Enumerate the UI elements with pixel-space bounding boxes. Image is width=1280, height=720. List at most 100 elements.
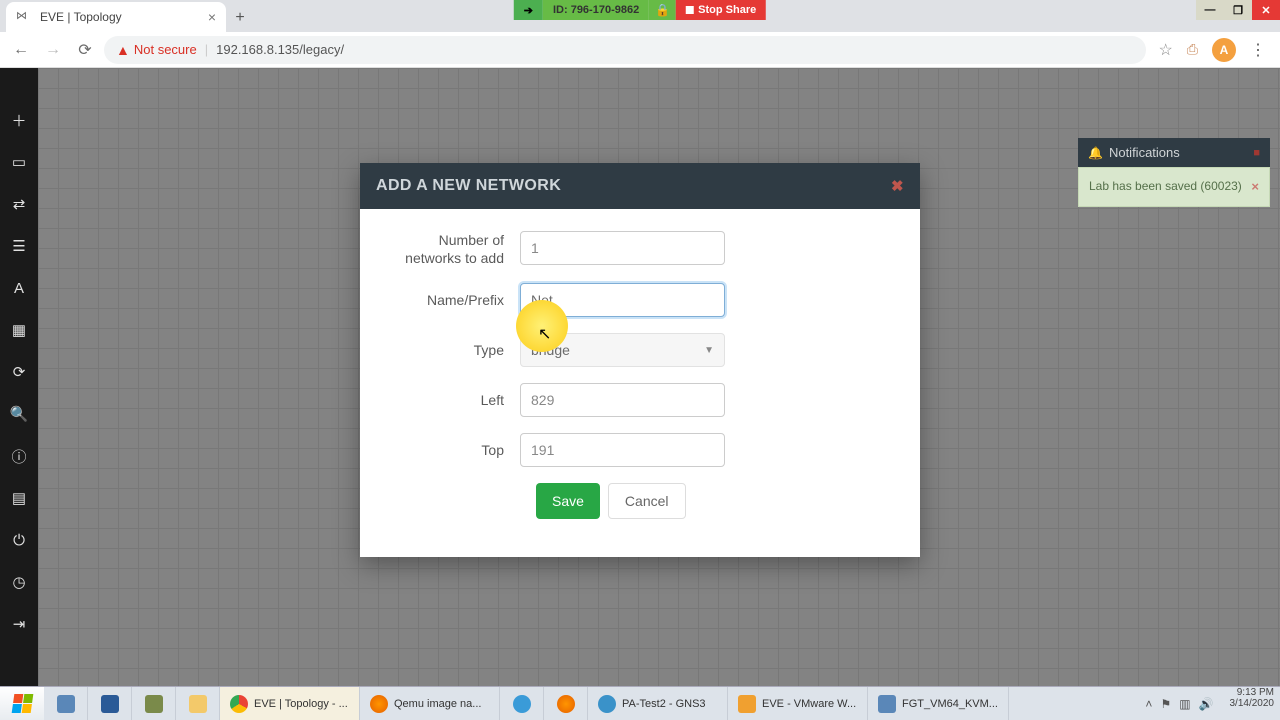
modal-close-button[interactable]: ✖	[891, 177, 904, 195]
taskbar-firefox-icon[interactable]	[544, 687, 588, 720]
browser-right-icons: ☆ ⎙ A ⋮	[1152, 38, 1272, 62]
taskbar-gns3[interactable]: PA-Test2 - GNS3	[588, 687, 728, 720]
app-area: ＋ ▭ ⇄ ☰ A ▦ ⟳ 🔍 ⓘ ▤ ⏻ ◷ ⇥ ADD A NEW NETW…	[0, 68, 1280, 686]
new-tab-button[interactable]: +	[226, 4, 254, 32]
label-top: Top	[390, 441, 520, 459]
notifications-close-button[interactable]: ■	[1253, 147, 1260, 159]
info-icon[interactable]: ⓘ	[7, 444, 31, 468]
window-controls: — ❐ ✕	[1196, 0, 1280, 20]
start-button[interactable]	[0, 687, 44, 720]
exit-icon[interactable]: ⇥	[7, 612, 31, 636]
stop-share-button[interactable]: Stop Share	[676, 0, 766, 20]
document-icon[interactable]: ▤	[7, 486, 31, 510]
select-type[interactable]: bridge ▼	[520, 333, 725, 367]
extension-icon[interactable]: ⎙	[1187, 41, 1198, 58]
node-icon[interactable]: ▭	[7, 150, 31, 174]
profile-avatar[interactable]: A	[1212, 38, 1236, 62]
notification-text: Lab has been saved (60023)	[1089, 178, 1242, 195]
input-name-prefix[interactable]	[520, 283, 725, 317]
taskbar-label: FGT_VM64_KVM...	[902, 698, 998, 710]
modal-title: ADD A NEW NETWORK	[376, 177, 561, 195]
taskbar-label: Qemu image na...	[394, 698, 481, 710]
label-left: Left	[390, 391, 520, 409]
taskbar-server-icon[interactable]	[132, 687, 176, 720]
zoom-share-bar: ➔ ID: 796-170-9862 🔒 Stop Share	[514, 0, 766, 20]
warning-icon: ▲	[116, 42, 130, 58]
taskbar-vmware[interactable]: EVE - VMware W...	[728, 687, 868, 720]
window-close-button[interactable]: ✕	[1252, 0, 1280, 20]
tab-favicon-icon: ⋈	[16, 9, 32, 25]
notifications-panel: 🔔 Notifications ■ Lab has been saved (60…	[1078, 138, 1270, 207]
tray-network-icon[interactable]: ▥	[1179, 697, 1190, 711]
lock-icon: 🔒	[649, 0, 676, 20]
taskbar-label: EVE - VMware W...	[762, 698, 856, 710]
text-icon[interactable]: A	[7, 276, 31, 300]
tray-volume-icon[interactable]: 🔊	[1199, 697, 1214, 711]
modal-body: Number of networks to add Name/Prefix Ty…	[360, 209, 920, 557]
tray-flag-icon[interactable]: ⚑	[1160, 697, 1171, 711]
windows-logo-icon	[11, 694, 33, 713]
lock-ring-icon[interactable]: ◷	[7, 570, 31, 594]
select-type-value: bridge	[531, 342, 570, 358]
tray-up-icon[interactable]: ˄	[1145, 697, 1152, 711]
save-button[interactable]: Save	[536, 483, 600, 519]
taskbar-powershell-icon[interactable]	[88, 687, 132, 720]
omnibox[interactable]: ▲ Not secure | 192.168.8.135/legacy/	[104, 36, 1146, 64]
windows-taskbar: EVE | Topology - ... Qemu image na... PA…	[0, 686, 1280, 720]
list-icon[interactable]: ☰	[7, 234, 31, 258]
label-network-count: Number of networks to add	[390, 231, 520, 267]
input-top[interactable]	[520, 433, 725, 467]
modal-header: ADD A NEW NETWORK ✖	[360, 163, 920, 209]
stop-share-label: Stop Share	[698, 4, 756, 16]
clock-date: 3/14/2020	[1230, 698, 1275, 709]
notification-item: Lab has been saved (60023) ×	[1078, 167, 1270, 207]
grid-icon[interactable]: ▦	[7, 318, 31, 342]
not-secure-label: Not secure	[134, 42, 197, 57]
label-type: Type	[390, 341, 520, 359]
taskbar-explorer-icon[interactable]	[44, 687, 88, 720]
bell-icon: 🔔	[1088, 146, 1103, 160]
tab-title: EVE | Topology	[40, 10, 122, 24]
zoom-meeting-id: ID: 796-170-9862	[543, 0, 649, 20]
left-toolbar: ＋ ▭ ⇄ ☰ A ▦ ⟳ 🔍 ⓘ ▤ ⏻ ◷ ⇥	[0, 68, 38, 686]
power-icon[interactable]: ⏻	[7, 528, 31, 552]
not-secure-badge: ▲ Not secure	[116, 42, 197, 58]
bookmark-star-icon[interactable]: ☆	[1158, 40, 1172, 60]
omnibox-divider: |	[205, 42, 208, 57]
browser-tab[interactable]: ⋈ EVE | Topology ×	[6, 2, 226, 32]
chevron-down-icon: ▼	[704, 345, 714, 356]
notifications-header: 🔔 Notifications ■	[1078, 138, 1270, 167]
url-text: 192.168.8.135/legacy/	[216, 42, 344, 57]
system-tray[interactable]: ˄ ⚑ ▥ 🔊	[1135, 687, 1223, 720]
window-minimize-button[interactable]: —	[1196, 0, 1224, 20]
taskbar-label: EVE | Topology - ...	[254, 698, 348, 710]
cancel-button[interactable]: Cancel	[608, 483, 686, 519]
taskbar-chrome[interactable]: EVE | Topology - ...	[220, 687, 360, 720]
taskbar-firefox[interactable]: Qemu image na...	[360, 687, 500, 720]
input-network-count[interactable]	[520, 231, 725, 265]
reload-button[interactable]: ⟳	[72, 37, 98, 63]
window-maximize-button[interactable]: ❐	[1224, 0, 1252, 20]
zoom-arrow-icon[interactable]: ➔	[514, 0, 543, 20]
browser-menu-button[interactable]: ⋮	[1250, 40, 1266, 60]
stop-icon	[686, 6, 694, 14]
taskbar-ie-icon[interactable]	[500, 687, 544, 720]
network-icon[interactable]: ⇄	[7, 192, 31, 216]
taskbar-label: PA-Test2 - GNS3	[622, 698, 706, 710]
notification-dismiss-button[interactable]: ×	[1251, 178, 1259, 196]
address-bar-row: ← → ⟳ ▲ Not secure | 192.168.8.135/legacy…	[0, 32, 1280, 68]
refresh-icon[interactable]: ⟳	[7, 360, 31, 384]
add-icon[interactable]: ＋	[7, 108, 31, 132]
search-icon[interactable]: 🔍	[7, 402, 31, 426]
add-network-modal: ADD A NEW NETWORK ✖ Number of networks t…	[360, 163, 920, 557]
clock-time: 9:13 PM	[1230, 687, 1275, 698]
taskbar-fgt[interactable]: FGT_VM64_KVM...	[868, 687, 1009, 720]
back-button[interactable]: ←	[8, 37, 34, 63]
taskbar-files-icon[interactable]	[176, 687, 220, 720]
forward-button[interactable]: →	[40, 37, 66, 63]
tab-close-button[interactable]: ×	[208, 9, 216, 25]
notifications-title: Notifications	[1109, 145, 1180, 160]
taskbar-clock[interactable]: 9:13 PM 3/14/2020	[1224, 687, 1280, 720]
label-name-prefix: Name/Prefix	[390, 291, 520, 309]
input-left[interactable]	[520, 383, 725, 417]
